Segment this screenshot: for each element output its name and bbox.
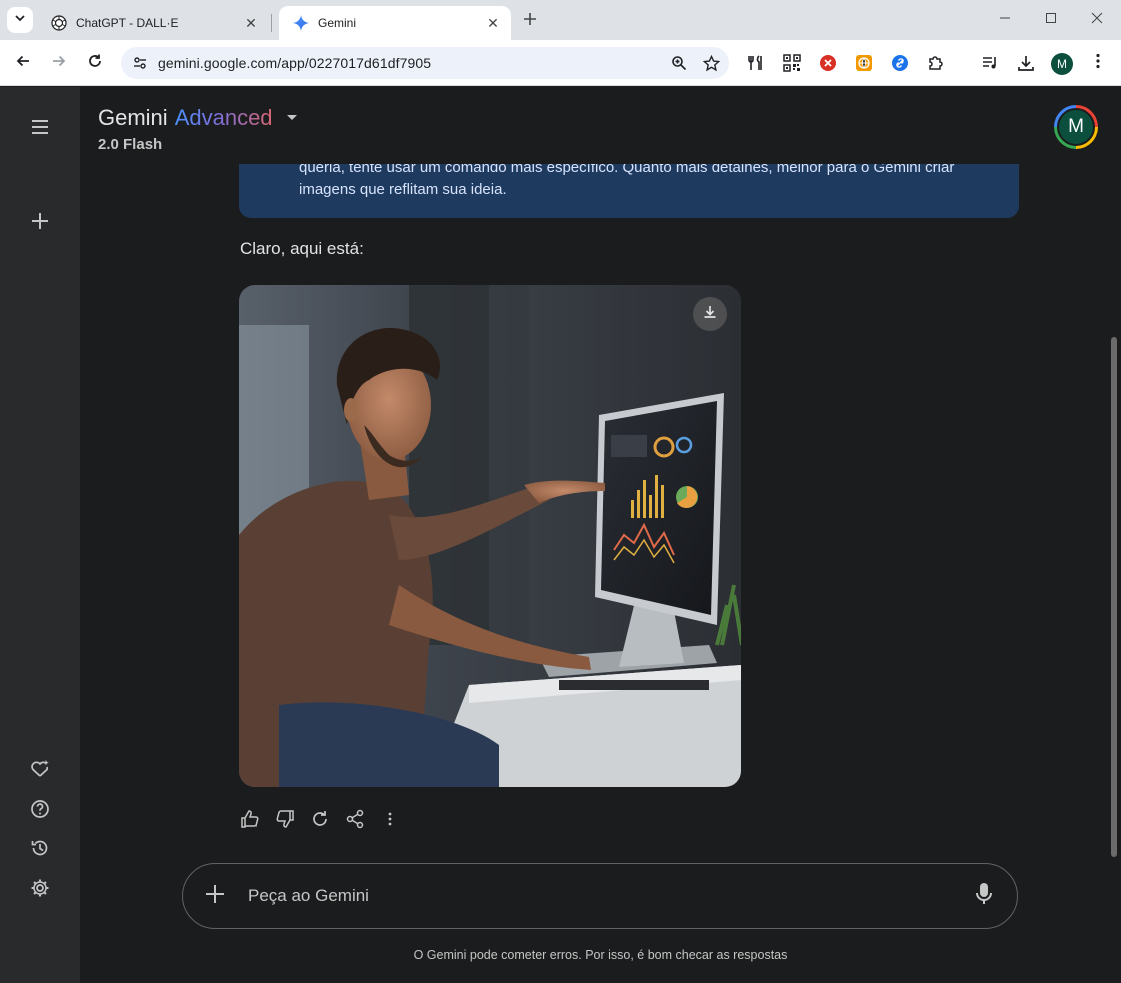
prompt-composer: [182, 863, 1018, 929]
arrow-right-icon: [51, 53, 67, 74]
reload-button[interactable]: [81, 49, 109, 77]
browser-tab-strip: ChatGPT - DALL·E ✕ Gemini ✕: [0, 0, 1121, 40]
gemini-main: queria, tente usar um comando mais espec…: [80, 87, 1121, 983]
settings-button[interactable]: [26, 876, 54, 904]
response-text: Claro, aqui está:: [240, 239, 364, 258]
maximize-icon: [1045, 11, 1057, 29]
main-menu-button[interactable]: [26, 115, 54, 143]
gemini-sidebar: [0, 87, 80, 983]
scrollbar-thumb[interactable]: [1111, 337, 1117, 857]
openai-icon: [51, 15, 67, 31]
plus-icon: [204, 883, 226, 910]
close-icon: [1091, 11, 1103, 29]
tab-search-button[interactable]: [7, 7, 33, 33]
voice-input-button[interactable]: [971, 882, 997, 911]
thumbs-down-icon: [275, 809, 295, 834]
window-close-button[interactable]: [1085, 8, 1109, 32]
generated-image[interactable]: [239, 285, 741, 787]
browser-toolbar: gemini.google.com/app/0227017d61df7905: [0, 40, 1121, 113]
more-options-button[interactable]: [379, 810, 401, 832]
new-tab-button[interactable]: [518, 10, 542, 32]
history-icon: [30, 838, 50, 863]
thumbs-up-button[interactable]: [239, 809, 261, 834]
tab-title: Gemini: [318, 16, 357, 30]
thumbs-down-button[interactable]: [274, 809, 296, 834]
download-icon[interactable]: [1016, 53, 1036, 73]
tab-title: ChatGPT - DALL·E: [76, 16, 179, 30]
forward-button[interactable]: [45, 49, 73, 77]
address-bar[interactable]: gemini.google.com/app/0227017d61df7905: [121, 47, 729, 79]
reload-icon: [87, 53, 103, 74]
bookmark-star-icon[interactable]: [697, 49, 725, 77]
zoom-icon[interactable]: [665, 49, 693, 77]
close-icon[interactable]: ✕: [485, 15, 501, 31]
account-avatar[interactable]: M: [1054, 105, 1098, 149]
help-circle-icon: [30, 799, 50, 824]
gem-heart-icon: [30, 759, 50, 784]
model-selector[interactable]: Gemini Advanced: [98, 105, 299, 131]
maximize-button[interactable]: [1039, 8, 1063, 32]
link-extension-icon[interactable]: [890, 53, 910, 73]
tab-gemini[interactable]: Gemini ✕: [279, 6, 511, 40]
gear-icon: [30, 878, 50, 903]
tab-divider: [271, 14, 272, 32]
avatar-initial: M: [1057, 108, 1095, 146]
disclaimer-text: O Gemini pode cometer erros. Por isso, é…: [413, 948, 788, 962]
extension-tools-icon[interactable]: [746, 53, 766, 73]
activity-button[interactable]: [26, 836, 54, 864]
back-button[interactable]: [9, 49, 37, 77]
new-chat-button[interactable]: [26, 209, 54, 237]
url-text: gemini.google.com/app/0227017d61df7905: [158, 55, 432, 71]
brand-name: Gemini: [98, 105, 168, 130]
site-settings-icon[interactable]: [130, 55, 150, 71]
model-version-label: 2.0 Flash: [98, 136, 163, 153]
blocker-extension-icon[interactable]: [818, 53, 838, 73]
refresh-icon: [310, 809, 330, 834]
download-icon: [702, 304, 718, 325]
gemini-spark-icon: [293, 15, 309, 31]
tier-label: Advanced: [174, 105, 273, 130]
tab-chatgpt[interactable]: ChatGPT - DALL·E ✕: [37, 6, 269, 40]
close-icon[interactable]: ✕: [243, 15, 259, 31]
arrow-left-icon: [15, 53, 31, 74]
minimize-button[interactable]: [993, 8, 1017, 32]
qr-code-icon[interactable]: [782, 53, 802, 73]
plus-icon: [31, 212, 49, 235]
plus-icon: [523, 12, 537, 31]
microphone-icon: [975, 882, 993, 911]
hamburger-menu-icon: [31, 119, 49, 139]
more-vertical-icon: [380, 809, 400, 834]
response-actions: [239, 809, 414, 834]
media-controls-icon[interactable]: [980, 53, 1000, 73]
browser-profile-avatar[interactable]: M: [1051, 53, 1073, 75]
download-image-button[interactable]: [693, 297, 727, 331]
share-icon: [345, 809, 365, 834]
minimize-icon: [999, 11, 1011, 29]
caret-down-icon: [285, 111, 299, 125]
gems-button[interactable]: [26, 757, 54, 785]
thumbs-up-icon: [240, 809, 260, 834]
help-button[interactable]: [26, 797, 54, 825]
chrome-menu-button[interactable]: [1088, 53, 1108, 73]
regenerate-button[interactable]: [309, 810, 331, 832]
info-line: imagens que reflitam sua ideia.: [299, 181, 507, 198]
add-attachment-button[interactable]: [202, 883, 228, 909]
prompt-input[interactable]: [248, 886, 971, 906]
chevron-down-icon: [14, 11, 26, 29]
share-button[interactable]: [344, 809, 366, 834]
extensions-puzzle-icon[interactable]: [926, 53, 946, 73]
translate-extension-icon[interactable]: [854, 53, 874, 73]
more-vertical-icon: [1089, 52, 1107, 75]
